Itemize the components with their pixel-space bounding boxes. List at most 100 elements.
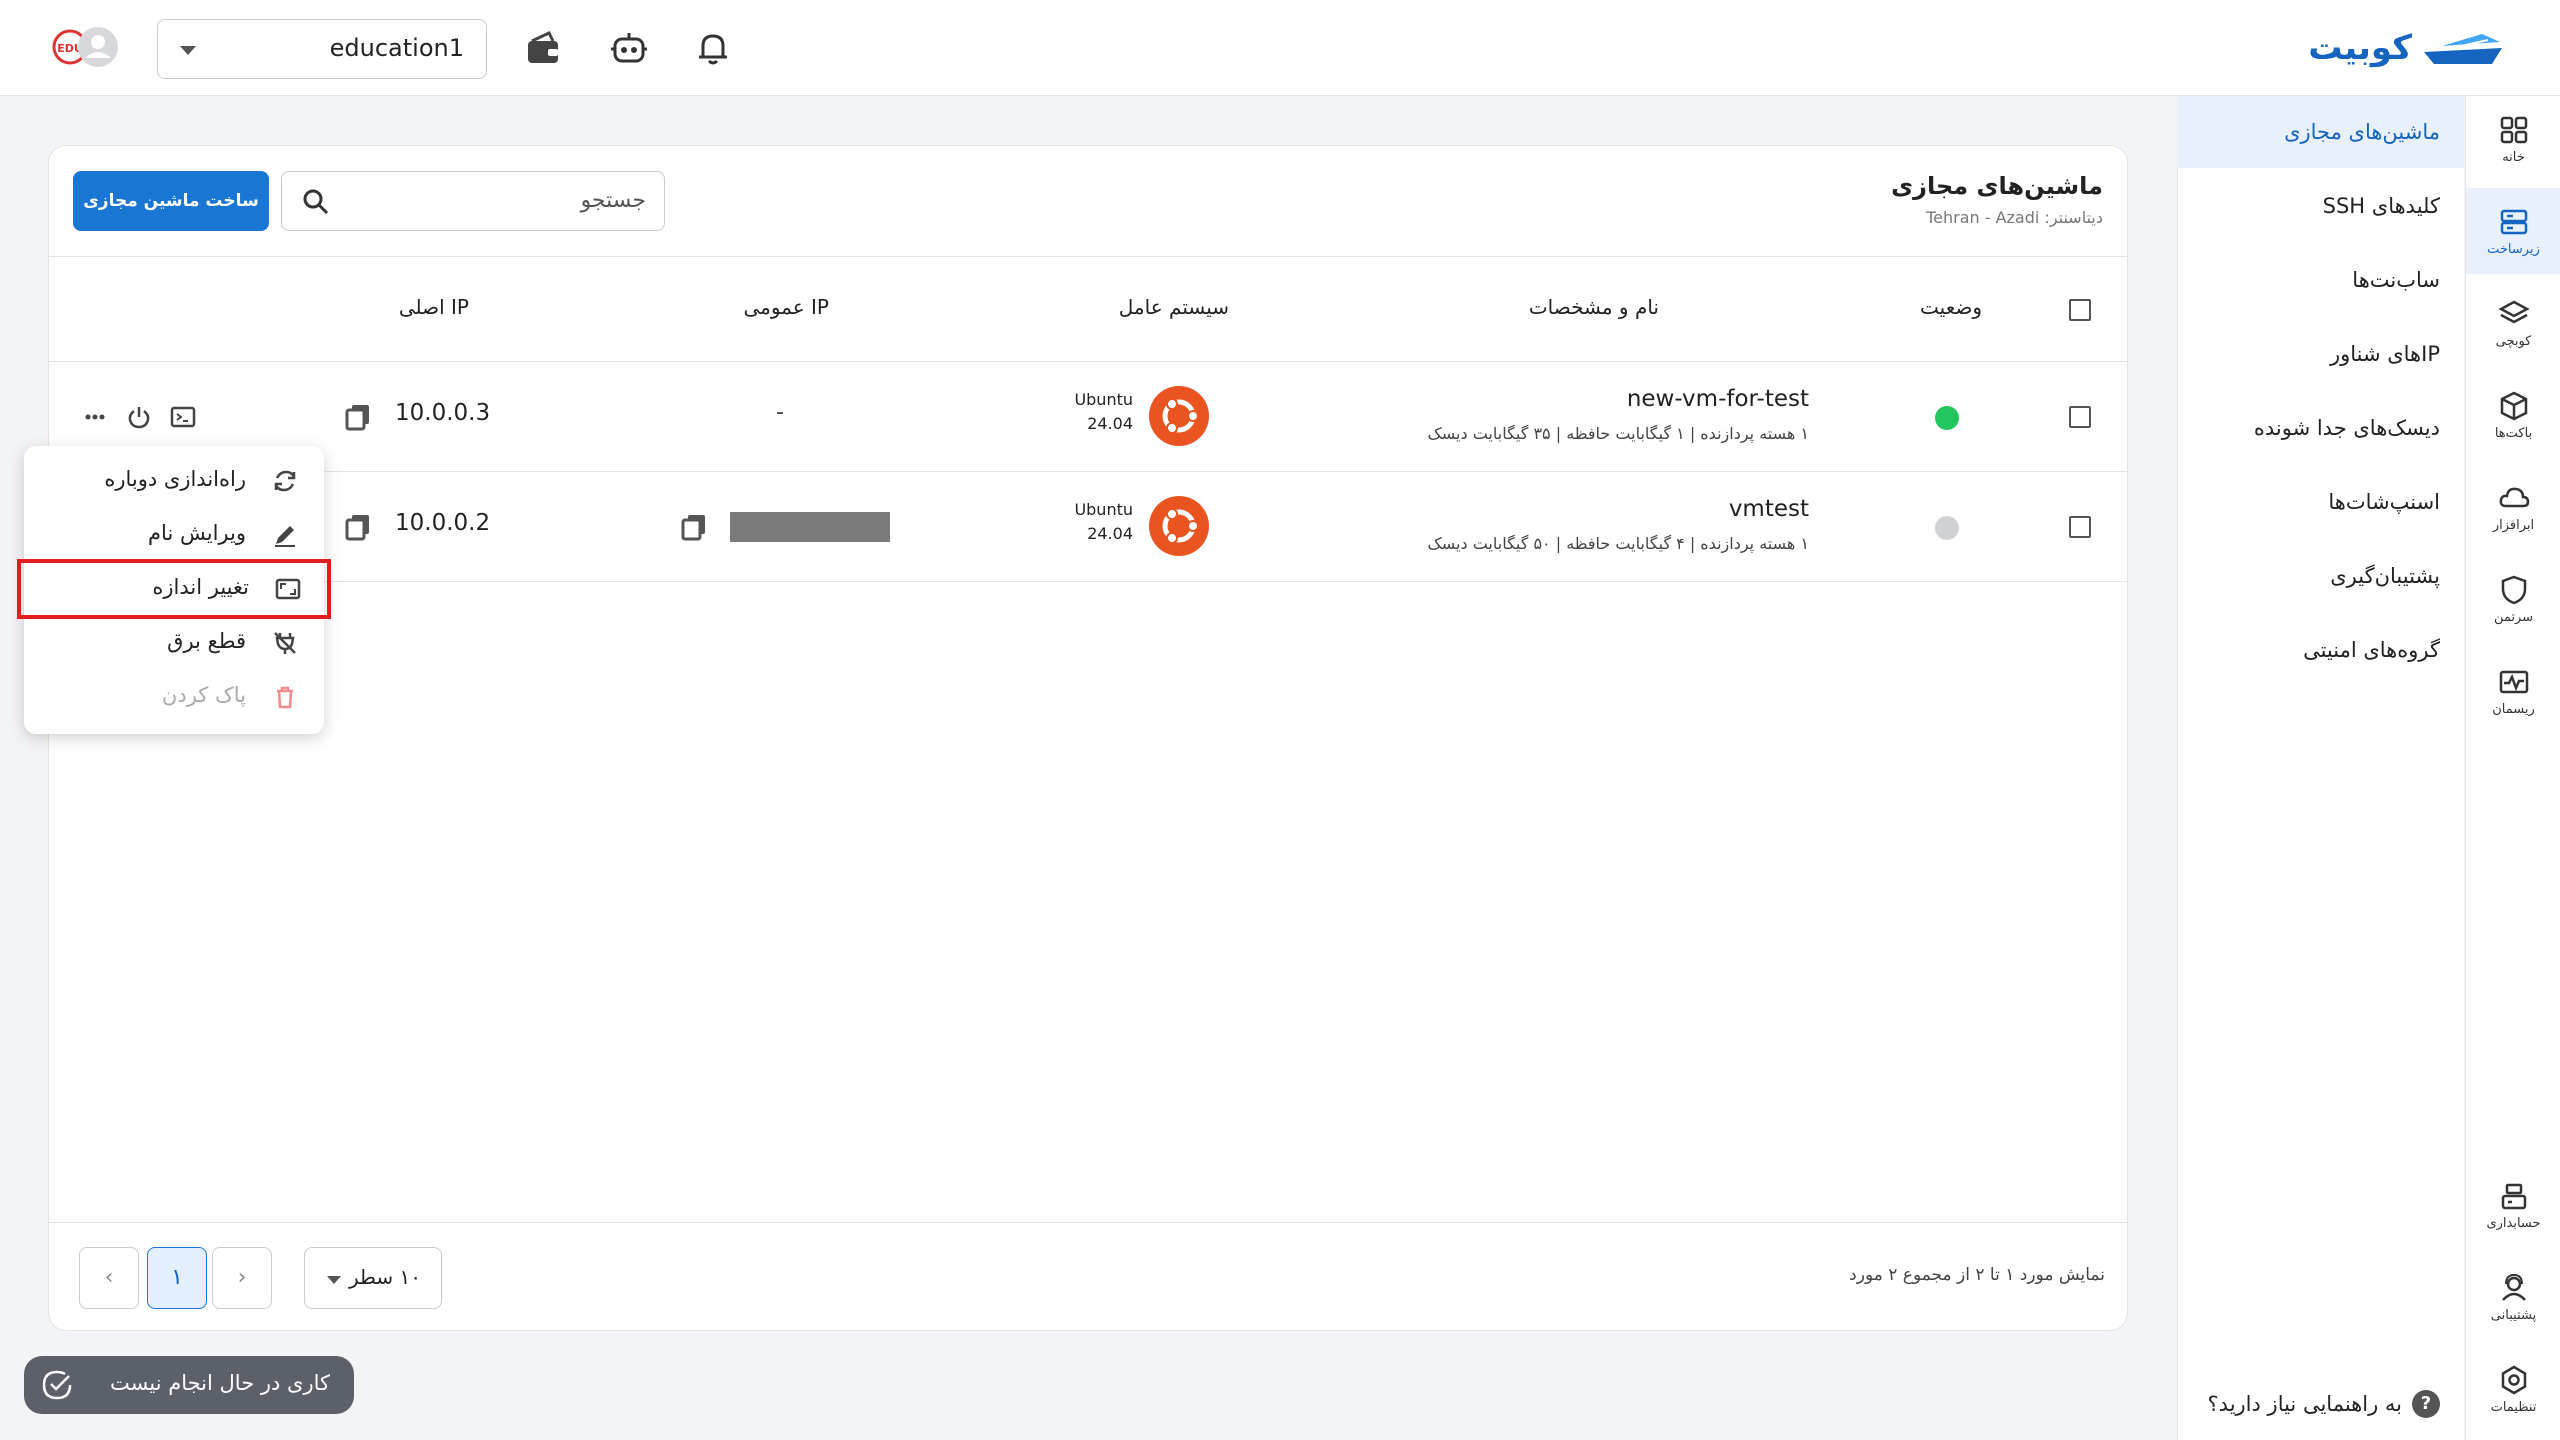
workspace-select[interactable]: education1 (157, 19, 487, 79)
redacted-public-ip (730, 512, 890, 542)
menu-item-label: تغییر اندازه (152, 575, 249, 599)
submenu-item-floating-ips[interactable]: IPهای شناور (2177, 318, 2464, 390)
copy-icon[interactable] (343, 402, 373, 432)
ubuntu-icon (1149, 496, 1209, 556)
submenu-item-security-groups[interactable]: گروه‌های امنیتی (2177, 614, 2464, 686)
public-ip: - (776, 400, 784, 425)
create-vm-button[interactable]: ساخت ماشین مجازی (73, 171, 269, 231)
power-icon[interactable] (125, 403, 153, 431)
wallet-icon[interactable] (523, 28, 563, 68)
submenu-item-backups[interactable]: پشتیبان‌گیری (2177, 540, 2464, 612)
os-info: Ubuntu 24.04 (1074, 498, 1133, 546)
pulse-icon (2499, 670, 2528, 694)
datacenter-label: دیتاسنتر: Tehran - Azadi (1926, 208, 2103, 227)
rail-item-risman[interactable]: ریسمان (2466, 648, 2560, 734)
settings-icon (2501, 1365, 2526, 1395)
rail-item-sartaman[interactable]: سرتمن (2466, 556, 2560, 642)
menu-item-label: راه‌اندازی دوباره (104, 467, 246, 491)
header-os: سیستم عامل (1118, 295, 1229, 319)
vm-actions-menu: راه‌اندازی دوباره ویرایش نام تغییر انداز… (17, 446, 331, 734)
rail-item-settings[interactable]: تنظیمات (2466, 1346, 2560, 1432)
search-icon (303, 189, 329, 215)
os-name: Ubuntu (1074, 500, 1133, 519)
help-link[interactable]: ? به راهنمایی نیاز دارید؟ (2208, 1390, 2440, 1418)
header-name: نام و مشخصات (1528, 295, 1659, 319)
trash-icon (277, 686, 293, 709)
cash-register-icon (2501, 1183, 2526, 1210)
rail-label: پشتیبانی (2490, 1308, 2537, 1323)
next-page-button[interactable]: ‹ (79, 1247, 139, 1309)
rail-item-buckets[interactable]: باکت‌ها (2466, 372, 2560, 458)
status-indicator (1935, 406, 1959, 430)
nav-rail: خانه زیرساخت کوبچی باکت‌ها ابرافزار سرتم… (2465, 96, 2560, 1440)
robot-icon[interactable] (609, 28, 649, 68)
chevron-down-icon (327, 1276, 341, 1284)
rail-item-accounting[interactable]: حسابداری (2466, 1162, 2560, 1248)
private-ip: 10.0.0.2 (395, 510, 491, 536)
submenu-item-subnets[interactable]: ساب‌نت‌ها (2177, 244, 2464, 316)
check-circle-icon (42, 1370, 72, 1400)
vm-list-card: ماشین‌های مجازی دیتاسنتر: Tehran - Azadi… (48, 145, 2129, 1332)
server-icon (2500, 209, 2527, 235)
page-size-select[interactable]: ۱۰ سطر (304, 1247, 442, 1309)
header-status: وضعیت (1920, 295, 1982, 319)
rail-label: زیرساخت (2487, 242, 2540, 257)
vm-spec: ۱ هسته پردازنده | ۱ گیگابایت حافظه | ۳۵ … (1427, 424, 1809, 443)
rail-item-infrastructure[interactable]: زیرساخت (2466, 188, 2560, 274)
page-title: ماشین‌های مجازی (1891, 172, 2103, 200)
bell-icon[interactable] (693, 28, 733, 68)
row-checkbox[interactable] (2069, 406, 2091, 428)
menu-item-resize[interactable]: تغییر اندازه (17, 559, 331, 619)
table-row[interactable]: new-vm-for-test ۱ هسته پردازنده | ۱ گیگا… (49, 362, 2129, 472)
boat-logo-icon (2424, 34, 2502, 64)
rail-label: خانه (2502, 150, 2525, 165)
menu-item-label: قطع برق (167, 629, 246, 653)
os-version: 24.04 (1087, 414, 1133, 433)
os-name: Ubuntu (1074, 390, 1133, 409)
copy-icon[interactable] (343, 512, 373, 542)
search-placeholder: جستجو (580, 188, 646, 213)
chevron-down-icon (180, 46, 196, 55)
vm-name[interactable]: vmtest (1729, 496, 1809, 522)
prev-page-button[interactable]: › (212, 1247, 272, 1309)
layers-icon (2497, 300, 2530, 324)
rail-item-support[interactable]: پشتیبانی (2466, 1254, 2560, 1340)
table-header: وضعیت نام و مشخصات سیستم عامل IP عمومی I… (49, 256, 2129, 362)
menu-item-restart[interactable]: راه‌اندازی دوباره (24, 455, 324, 507)
header-private-ip: IP اصلی (398, 295, 469, 319)
copy-icon[interactable] (679, 512, 709, 542)
page-button-current[interactable]: ۱ (147, 1247, 207, 1309)
table-row[interactable]: vmtest ۱ هسته پردازنده | ۴ گیگابایت حافظ… (49, 472, 2129, 582)
rail-item-kubechi[interactable]: کوبچی (2466, 280, 2560, 366)
vm-spec: ۱ هسته پردازنده | ۴ گیگابایت حافظه | ۵۰ … (1427, 534, 1809, 553)
menu-item-power-off[interactable]: قطع برق (24, 617, 324, 669)
task-status-toast[interactable]: کاری در حال انجام نیست (24, 1356, 354, 1414)
cube-icon (2500, 391, 2527, 421)
app-logo[interactable]: کوبیت (2308, 22, 2508, 74)
rail-label: حسابداری (2486, 1216, 2541, 1231)
submenu-item-volumes[interactable]: دیسک‌های جدا شونده (2177, 392, 2464, 464)
submenu-item-snapshots[interactable]: اسنپ‌شات‌ها (2177, 466, 2464, 538)
shield-icon (2501, 575, 2526, 605)
rail-label: ابرافزار (2492, 518, 2535, 533)
user-avatar[interactable]: EDU (48, 22, 124, 72)
row-checkbox[interactable] (2069, 516, 2091, 538)
vm-name[interactable]: new-vm-for-test (1627, 386, 1809, 412)
console-icon[interactable] (169, 403, 197, 431)
submenu-item-virtual-machines[interactable]: ماشین‌های مجازی (2177, 96, 2464, 168)
submenu-item-ssh-keys[interactable]: کلیدهای SSH (2177, 170, 2464, 242)
select-all-checkbox[interactable] (2069, 299, 2091, 321)
rail-item-cloud-apps[interactable]: ابرافزار (2466, 464, 2560, 550)
rail-label: باکت‌ها (2494, 426, 2533, 441)
private-ip: 10.0.0.3 (395, 400, 491, 426)
pagination: نمایش مورد ۱ تا ۲ از مجموع ۲ مورد ۱۰ سطر… (49, 1222, 2129, 1332)
more-icon[interactable] (81, 403, 109, 431)
power-off-icon (274, 632, 296, 654)
rail-item-home[interactable]: خانه (2466, 96, 2560, 182)
menu-item-rename[interactable]: ویرایش نام (24, 509, 324, 561)
pagination-info: نمایش مورد ۱ تا ۲ از مجموع ۲ مورد (1849, 1265, 2105, 1285)
help-text: به راهنمایی نیاز دارید؟ (2207, 1392, 2402, 1416)
infrastructure-submenu: ماشین‌های مجازی کلیدهای SSH ساب‌نت‌ها IP… (2177, 96, 2464, 1440)
search-input[interactable]: جستجو (281, 171, 665, 231)
menu-item-delete[interactable]: پاک کردن (24, 671, 324, 723)
